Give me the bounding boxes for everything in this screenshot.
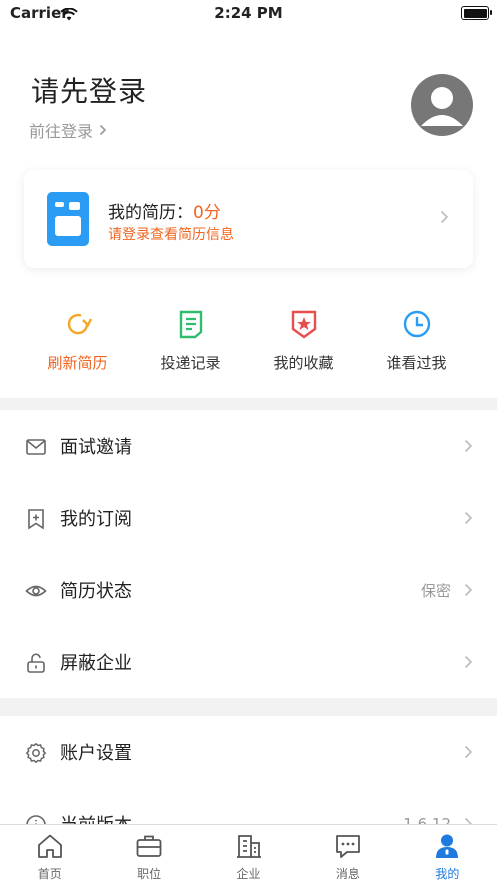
go-login-link[interactable]: 前往登录 [29,118,107,142]
tab-messages[interactable]: 消息 [298,825,397,884]
menu-item-label: 面试邀请 [60,437,132,458]
login-title: 请先登录 [31,75,148,108]
quick-action-my-favorites[interactable]: 我的收藏 [247,308,360,378]
quick-action-label: 刷新简历 [47,354,108,372]
document-icon [134,308,247,340]
avatar[interactable] [411,74,473,136]
chevron-right-icon [464,439,473,453]
menu-group-primary: 面试邀请 我的订阅 简历状态 保密 屏蔽企业 [0,410,497,698]
status-bar: Carrier 2:24 PM [0,0,497,30]
menu-item-account-settings[interactable]: 账户设置 [0,716,497,788]
menu-group-secondary: 账户设置 当前版本 1.6.12 [0,716,497,824]
resume-score: 0分 [193,203,221,223]
menu-item-blocked-companies[interactable]: 屏蔽企业 [0,626,497,698]
message-icon [298,831,397,861]
battery-icon [461,6,492,20]
tab-label: 企业 [236,867,261,881]
menu-item-resume-status[interactable]: 简历状态 保密 [0,554,497,626]
user-silhouette-icon [421,87,463,126]
menu-item-label: 账户设置 [60,743,132,764]
info-icon [26,815,46,824]
tab-label: 我的 [435,867,460,881]
resume-card[interactable]: 我的简历：0分 请登录查看简历信息 [24,170,473,268]
menu-item-label: 简历状态 [60,581,132,602]
eye-icon [25,585,47,597]
chevron-right-icon [464,745,473,759]
unlock-icon [27,653,45,673]
resume-label: 我的简历： [108,203,193,223]
profile-section: 请先登录 前往登录 我的简历：0分 请登录查看简历信息 刷新简历 投递记录 我的… [0,30,497,398]
quick-action-who-viewed-me[interactable]: 谁看过我 [360,308,473,378]
chevron-right-icon [440,210,449,224]
menu-item-label: 屏蔽企业 [60,653,132,674]
resume-title: 我的简历：0分 [108,198,221,223]
menu-item-label: 我的订阅 [60,509,132,530]
quick-actions: 刷新简历 投递记录 我的收藏 谁看过我 [0,308,497,378]
menu-item-interview-invitations[interactable]: 面试邀请 [0,410,497,482]
resume-subtitle: 请登录查看简历信息 [108,227,234,243]
tab-companies[interactable]: 企业 [199,825,298,884]
menu-item-label: 当前版本 [60,811,132,824]
home-icon [0,831,99,861]
tab-bar: 首页 职位 企业 消息 我的 [0,824,497,884]
chevron-right-icon [464,511,473,525]
clock-time: 2:24 PM [214,4,283,22]
tab-label: 消息 [335,867,360,881]
star-shield-icon [247,308,360,340]
mail-icon [26,439,46,455]
quick-action-label: 投递记录 [160,354,221,372]
gear-icon [25,742,47,764]
clock-icon [360,308,473,340]
quick-action-delivery-records[interactable]: 投递记录 [134,308,247,378]
chevron-right-icon [464,817,473,824]
chevron-right-icon [99,124,107,136]
bookmark-icon [28,509,44,530]
menu-item-my-subscriptions[interactable]: 我的订阅 [0,482,497,554]
tab-label: 职位 [137,867,162,881]
resume-status-value: 保密 [420,581,451,600]
tab-mine[interactable]: 我的 [398,825,497,884]
briefcase-icon [99,831,198,861]
quick-action-label: 我的收藏 [273,354,334,372]
chevron-right-icon [464,655,473,669]
version-value: 1.6.12 [403,815,451,824]
tab-home[interactable]: 首页 [0,825,99,884]
go-login-label: 前往登录 [29,122,94,141]
person-icon [398,831,497,861]
building-icon [199,831,298,861]
chevron-right-icon [464,583,473,597]
resume-icon [47,192,89,246]
quick-action-label: 谁看过我 [386,354,447,372]
menu-item-current-version[interactable]: 当前版本 1.6.12 [0,788,497,824]
tab-label: 首页 [37,867,62,881]
tab-jobs[interactable]: 职位 [99,825,198,884]
refresh-icon [21,308,134,340]
quick-action-refresh-resume[interactable]: 刷新简历 [21,308,134,378]
